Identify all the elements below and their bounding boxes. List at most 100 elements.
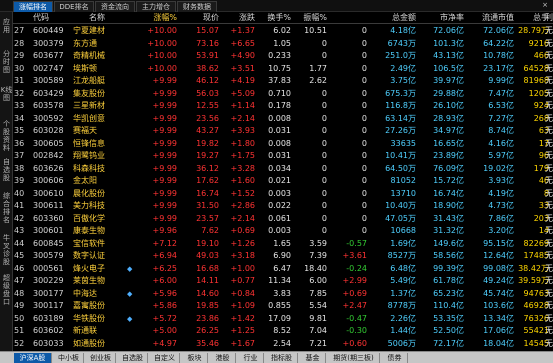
table-row[interactable]: 29 603677 奇精机械 +10.00 53.91 +4.90 0.233 0 0 251.0… — [13, 50, 553, 62]
total-volume: 1205 — [528, 88, 549, 98]
table-row[interactable]: 43 300601 康泰生物 +9.96 7.62 +0.69 0.003 0 0 10668 31… — [13, 225, 553, 237]
row-index: 30 — [14, 63, 25, 73]
market-tab[interactable]: 板块 — [182, 353, 208, 363]
market-tab[interactable]: 创业板 — [86, 353, 116, 363]
total-volume: 46928 — [523, 301, 549, 310]
stock-name: 宝信软件 — [73, 238, 105, 248]
table-row[interactable]: 42 603360 百傲化学 +9.99 23.57 +2.14 0.061 0 0 47.05万… — [13, 213, 553, 225]
table-row[interactable]: 31 300589 江龙船艇 +9.99 46.12 +4.19 37.83 2.62 0 3.7… — [13, 75, 553, 87]
table-row[interactable]: 36 300605 恒锋信息 +9.99 19.82 +1.80 0.008 0 0 33635 1… — [13, 138, 553, 150]
col-header-price[interactable]: 现价 — [179, 12, 219, 24]
turnover-rate: 0.710 — [268, 88, 291, 98]
table-row[interactable]: 27 600449 宁夏建材 +10.00 15.07 +1.37 6.02 10.51 0 4.… — [13, 25, 553, 37]
table-row[interactable]: 45 300579 数字认证 +6.94 49.03 +3.18 6.90 7.39 +3.61… — [13, 250, 553, 262]
change-percent: +9.99 — [152, 101, 177, 110]
side-tab-stock-profile[interactable]: 个股资料 — [0, 120, 13, 152]
price-change: +1.00 — [230, 263, 255, 273]
table-row[interactable]: 30 002747 埃斯顿 +10.00 38.62 +3.51 10.75 1.77 0 2.4… — [13, 63, 553, 75]
col-header-pb[interactable]: 市净率 — [418, 12, 464, 24]
table-row[interactable]: 32 603429 集友股份 +9.99 56.03 +5.09 0.710 0 0 675.3万… — [13, 88, 553, 100]
col-header-name[interactable]: 名称 — [89, 12, 119, 24]
total-amount: 4.18亿 — [390, 26, 416, 35]
stock-code: 300379 — [33, 38, 64, 48]
col-header-code[interactable]: 代码 — [33, 12, 63, 24]
tab-price-change-ranking[interactable]: 涨幅排名 — [13, 1, 53, 12]
tab-financial-data[interactable]: 财务数据 — [177, 1, 217, 12]
tab-main-force[interactable]: 主力增仓 — [136, 1, 176, 12]
side-tab-diagnosis[interactable]: 牛叉诊股 — [0, 234, 13, 266]
amplitude: 2.62 — [309, 76, 327, 85]
current-price: 53.91 — [196, 51, 219, 60]
market-tab[interactable]: 自定义 — [150, 353, 180, 363]
total-amount: 6743万 — [387, 38, 416, 48]
change-percent: +9.99 — [152, 126, 177, 135]
close-icon[interactable]: × — [540, 1, 550, 10]
market-tab[interactable]: 中小板 — [54, 353, 84, 363]
volume-ratio: +0.60 — [342, 338, 367, 348]
market-tab[interactable]: 基金 — [300, 353, 326, 363]
col-header-pct[interactable]: 涨幅% — [139, 12, 177, 24]
tab-dde-ranking[interactable]: DDE排名 — [54, 1, 94, 12]
stock-name: 奇精机械 — [73, 51, 105, 60]
turnover-rate: 6.90 — [273, 251, 291, 260]
table-row[interactable]: 41 300611 美力科技 +9.99 31.50 +2.86 0.022 0 0 10.40万… — [13, 200, 553, 212]
stock-code: 603033 — [33, 338, 64, 348]
table-row[interactable]: 39 300606 金太阳 +9.99 17.62 +1.60 0.021 0 0 81052 15… — [13, 175, 553, 187]
total-amount: 64.50万 — [385, 163, 416, 173]
table-row[interactable]: 38 603626 科森科技 +9.99 36.12 +3.28 0.034 0 0 64.50万… — [13, 163, 553, 175]
table-row[interactable]: 37 002842 翔鹭钨业 +9.99 19.27 +1.75 0.031 0 0 10.41万… — [13, 150, 553, 162]
table-row[interactable]: 34 300592 华凯创意 +9.99 23.56 +2.14 0.008 0 0 63.14万… — [13, 113, 553, 125]
total-volume: 14545 — [523, 338, 549, 348]
stock-code: 603189 — [33, 313, 64, 323]
table-row[interactable]: 48 300177 中海达 ◆ +5.96 14.60 +0.84 3.83 7.85 +0.69… — [13, 288, 553, 300]
market-tab[interactable]: 期货(期三板) — [328, 353, 380, 363]
pb-ratio: 34.97亿 — [433, 126, 464, 135]
side-tab-apps[interactable]: 应用 — [0, 18, 13, 34]
market-tab[interactable]: 沪深A股 — [14, 353, 52, 363]
side-tab-super-quote[interactable]: 超级盘口 — [0, 274, 13, 306]
side-tab-watchlist[interactable]: 自选股 — [0, 158, 13, 182]
table-header: 代码 名称 涨幅% 现价 涨跌 换手% 振幅% 总金额 市净率 流通市值 总手 … — [13, 12, 553, 24]
table-row[interactable]: 28 300379 东方通 +10.00 73.16 +6.65 1.05 0 0 6743万 10… — [13, 38, 553, 50]
side-tab-kline[interactable]: K线图 — [0, 86, 13, 102]
table-row[interactable]: 51 603602 新通联 +5.00 26.25 +1.25 8.52 7.04 -0.30 1… — [13, 325, 553, 337]
stock-name: 如通股份 — [73, 338, 105, 348]
total-volume: 94763 — [523, 288, 549, 298]
table-row[interactable]: 33 603578 三星新材 +9.99 12.55 +1.14 0.178 0 0 116.8万… — [13, 100, 553, 112]
col-header-amount[interactable]: 总金额 — [370, 12, 416, 24]
side-tab-overall-ranking[interactable]: 综合排名 — [0, 192, 13, 224]
table-row[interactable]: 35 603028 赛福天 +9.99 43.27 +3.93 0.031 0 0 27.26万 3… — [13, 125, 553, 137]
amplitude: 0 — [321, 88, 327, 98]
table-row[interactable]: 40 300610 晨化股份 +9.99 16.74 +1.52 0.003 0 0 13710 1… — [13, 188, 553, 200]
market-tab[interactable]: 行业 — [238, 353, 264, 363]
col-header-amplitude[interactable]: 振幅% — [293, 12, 327, 24]
market-tab[interactable]: 债券 — [382, 353, 408, 363]
table-row[interactable]: 46 000561 烽火电子 ◆ +6.25 16.68 +1.00 6.47 18.40 -0.… — [13, 263, 553, 275]
stock-code: 300611 — [33, 201, 64, 210]
col-header-extra[interactable]: 利 — [545, 12, 553, 24]
table-row[interactable]: 49 300117 嘉寓股份 +5.86 19.85 +1.09 0.855 5.54 +2.4… — [13, 300, 553, 312]
col-header-turnover[interactable]: 换手% — [257, 12, 291, 24]
current-price: 26.25 — [196, 326, 219, 335]
table-row[interactable]: 47 300229 莱茵生物 +6.00 14.11 +0.77 11.34 6.00 +2.9… — [13, 275, 553, 287]
tab-fund-flow[interactable]: 资金流向 — [95, 1, 135, 12]
market-tab[interactable]: 港股 — [210, 353, 236, 363]
stock-name: 晨化股份 — [73, 188, 105, 198]
market-tab[interactable]: 指标股 — [266, 353, 298, 363]
total-amount: 8778万 — [387, 301, 416, 310]
col-header-volume[interactable]: 总手 — [512, 12, 549, 24]
market-tab[interactable]: 自选股 — [118, 353, 148, 363]
side-tab-intraday[interactable]: 分时图 — [0, 50, 13, 74]
col-header-change[interactable]: 涨跌 — [221, 12, 255, 24]
current-price: 16.74 — [196, 188, 219, 198]
table-row[interactable]: 52 603033 如通股份 +4.97 35.46 +1.67 2.54 7.21 +0.60… — [13, 338, 553, 350]
table-row[interactable]: 50 603189 华铁股份 ◆ +5.72 23.86 +1.42 17.09 9.81 -0.… — [13, 313, 553, 325]
stock-name: 数字认证 — [73, 251, 105, 260]
row-index: 44 — [14, 238, 25, 248]
stock-name: 宁夏建材 — [73, 26, 105, 35]
col-header-float-cap[interactable]: 流通市值 — [465, 12, 514, 24]
table-row[interactable]: 44 600845 宝信软件 +7.12 19.10 +1.26 1.65 3.59 -0.57… — [13, 238, 553, 250]
current-price: 46.12 — [196, 76, 219, 85]
volume-ratio: -0.30 — [346, 326, 367, 335]
current-price: 12.55 — [196, 101, 219, 110]
